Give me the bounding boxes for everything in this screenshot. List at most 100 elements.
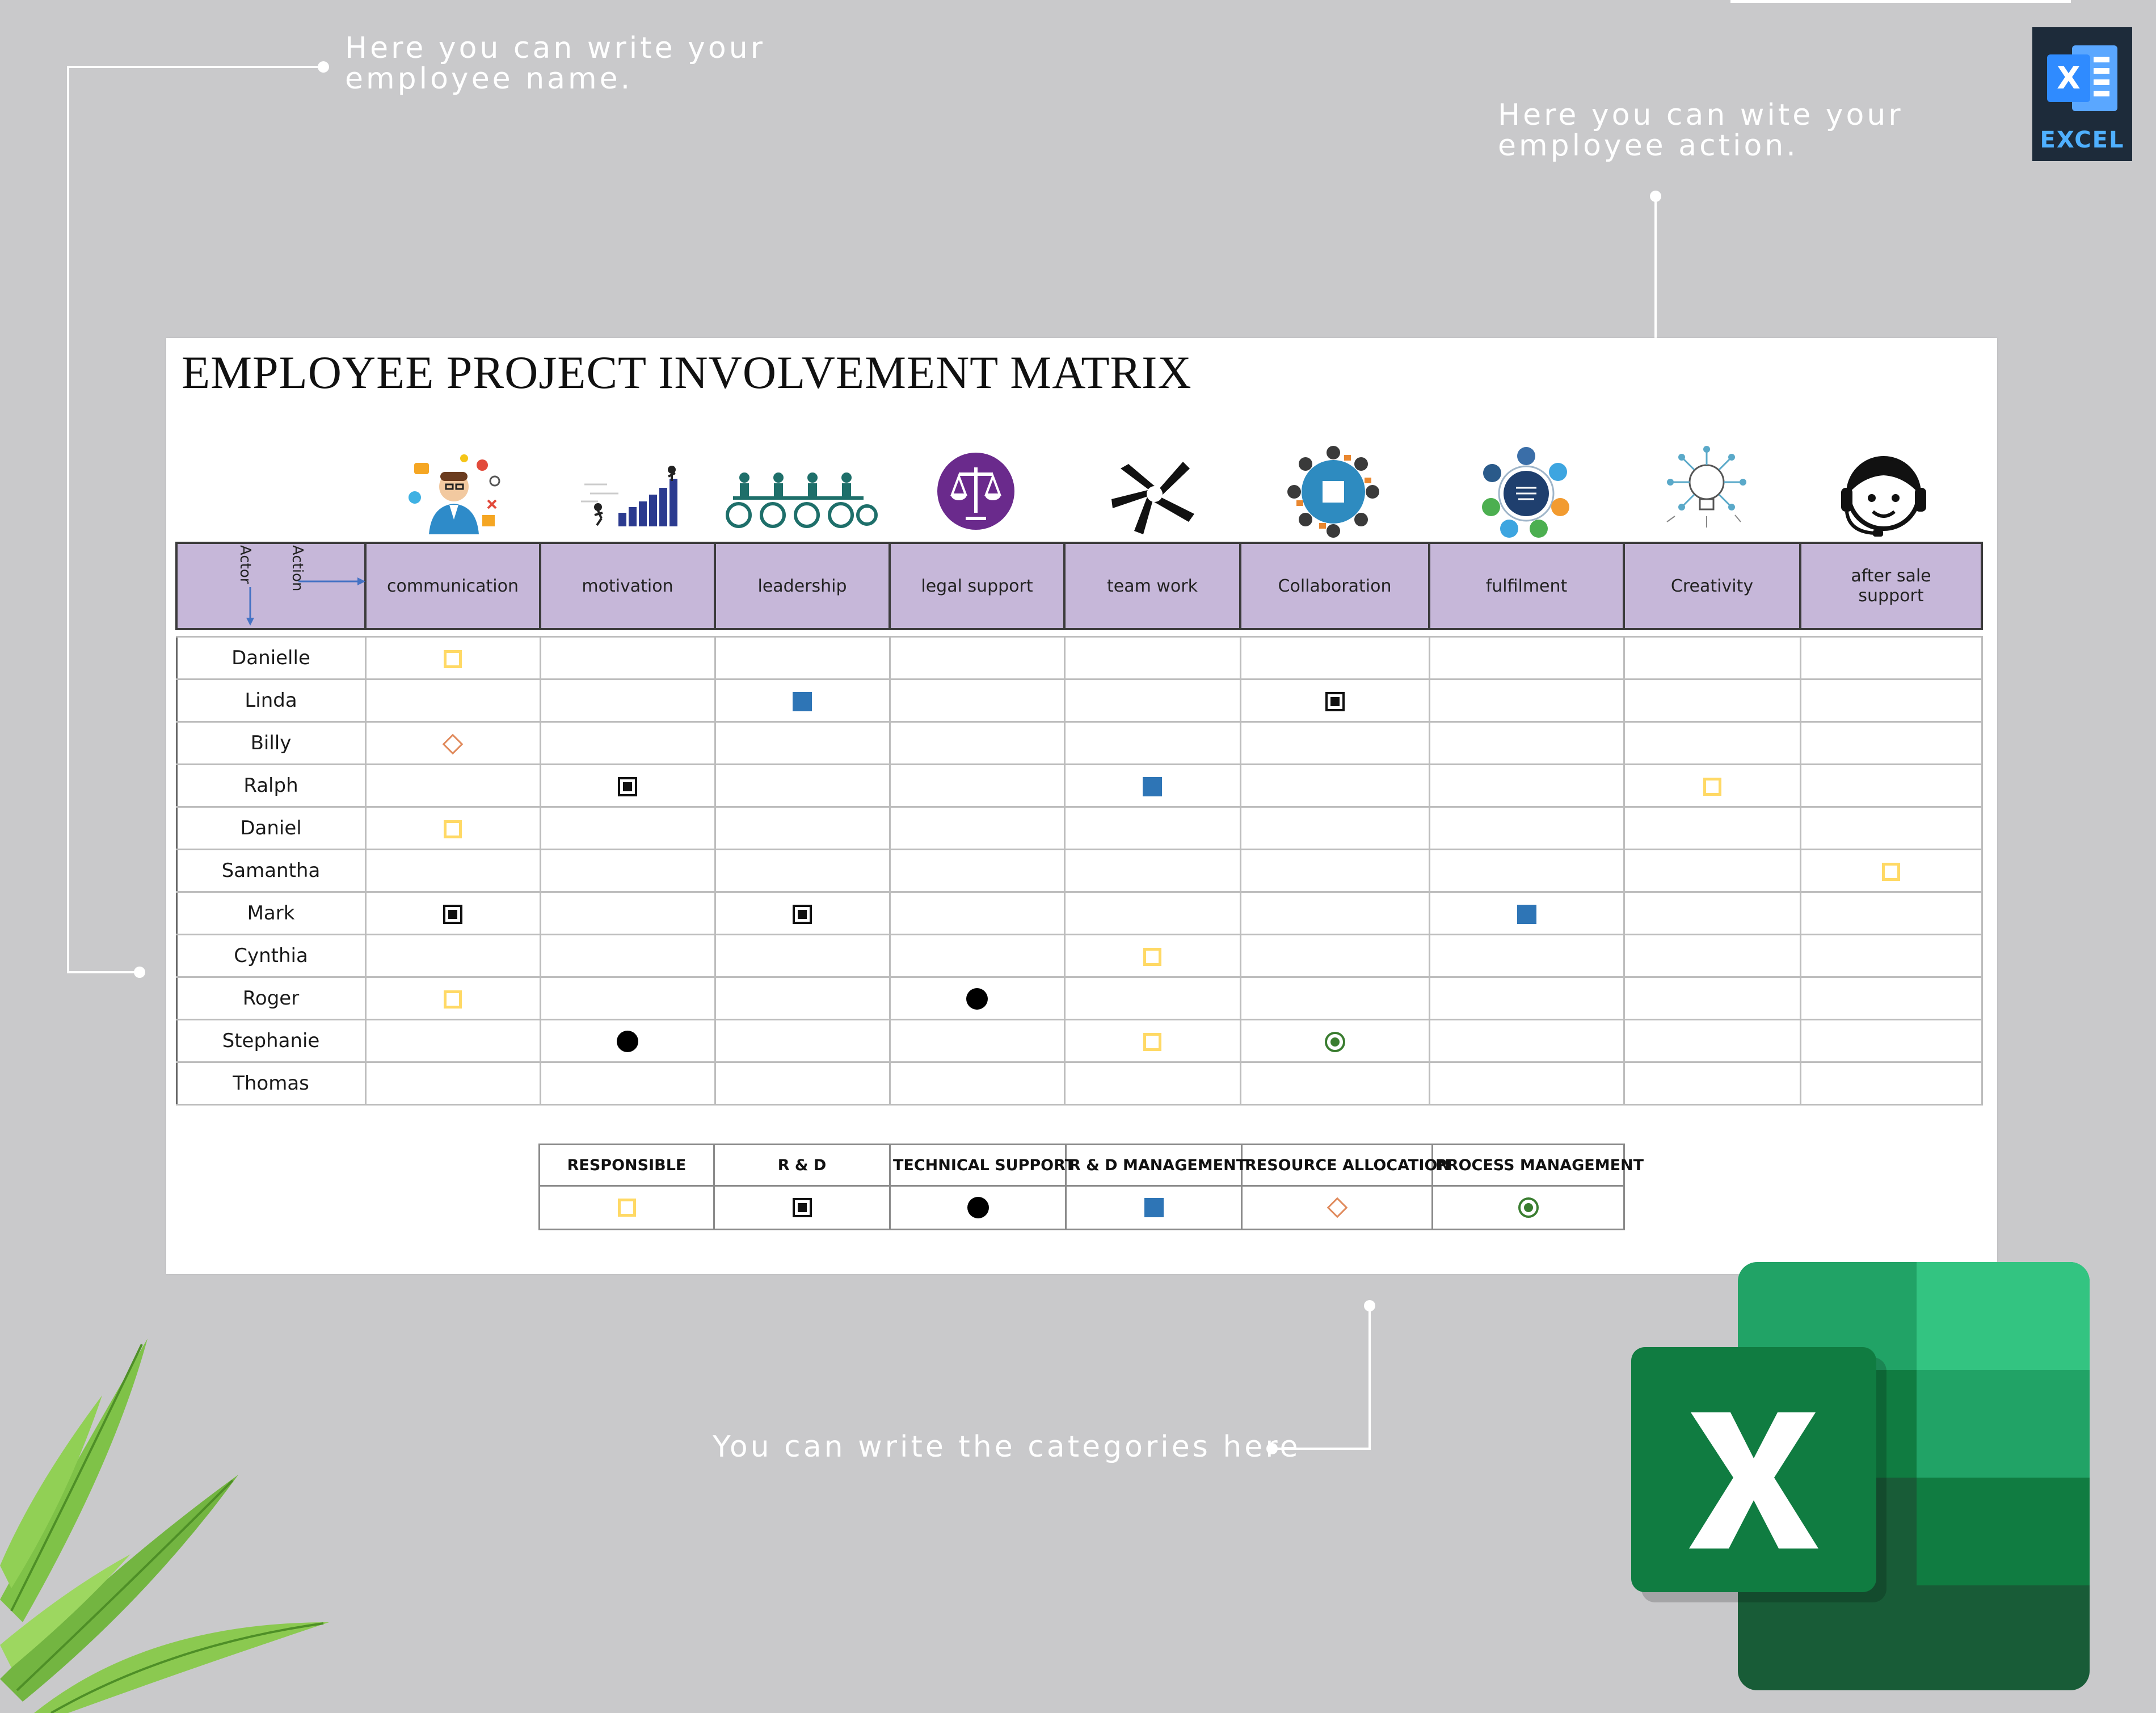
- matrix-cell[interactable]: [1063, 721, 1241, 765]
- legend-label-technical-support[interactable]: TECHNICAL SUPPORT: [889, 1144, 1075, 1187]
- matrix-cell[interactable]: [1239, 763, 1430, 808]
- matrix-cell[interactable]: [364, 1061, 541, 1106]
- matrix-cell[interactable]: [1799, 1061, 1983, 1106]
- legend-cell-resource-allocation[interactable]: [1241, 1185, 1433, 1230]
- matrix-cell[interactable]: [888, 678, 1066, 723]
- matrix-cell[interactable]: [1428, 721, 1625, 765]
- matrix-cell[interactable]: [1799, 721, 1983, 765]
- action-header-motivation[interactable]: motivation: [539, 542, 716, 630]
- matrix-cell[interactable]: [714, 976, 891, 1020]
- matrix-cell[interactable]: [714, 806, 891, 850]
- matrix-cell[interactable]: [888, 976, 1066, 1020]
- matrix-cell[interactable]: [1623, 636, 1801, 680]
- legend-cell-technical-support[interactable]: [889, 1185, 1067, 1230]
- matrix-cell[interactable]: [1428, 678, 1625, 723]
- matrix-cell[interactable]: [1799, 636, 1983, 680]
- matrix-cell[interactable]: [1063, 806, 1241, 850]
- matrix-cell[interactable]: [714, 636, 891, 680]
- legend-cell-responsible[interactable]: [538, 1185, 715, 1230]
- actor-name-cell[interactable]: Thomas: [175, 1061, 367, 1106]
- matrix-cell[interactable]: [714, 1019, 891, 1063]
- actor-name-cell[interactable]: Cynthia: [175, 934, 367, 978]
- matrix-cell[interactable]: [888, 806, 1066, 850]
- matrix-cell[interactable]: [888, 636, 1066, 680]
- legend-label-process-management[interactable]: PROCESS MANAGEMENT: [1431, 1144, 1644, 1187]
- matrix-cell[interactable]: [539, 806, 716, 850]
- matrix-cell[interactable]: [1063, 1019, 1241, 1063]
- actor-name-cell[interactable]: Billy: [175, 721, 367, 765]
- matrix-cell[interactable]: [1239, 891, 1430, 935]
- matrix-cell[interactable]: [539, 721, 716, 765]
- matrix-cell[interactable]: [1063, 891, 1241, 935]
- matrix-cell[interactable]: [1623, 721, 1801, 765]
- legend-cell-rd[interactable]: [713, 1185, 891, 1230]
- matrix-cell[interactable]: [1239, 636, 1430, 680]
- actor-name-cell[interactable]: Stephanie: [175, 1019, 367, 1063]
- matrix-cell[interactable]: [714, 849, 891, 893]
- matrix-cell[interactable]: [1239, 934, 1430, 978]
- matrix-cell[interactable]: [1799, 934, 1983, 978]
- matrix-cell[interactable]: [1799, 1019, 1983, 1063]
- matrix-cell[interactable]: [888, 891, 1066, 935]
- matrix-cell[interactable]: [1799, 678, 1983, 723]
- matrix-cell[interactable]: [1239, 1019, 1430, 1063]
- matrix-cell[interactable]: [1428, 636, 1625, 680]
- actor-name-cell[interactable]: Linda: [175, 678, 367, 723]
- matrix-cell[interactable]: [1428, 934, 1625, 978]
- matrix-cell[interactable]: [1623, 806, 1801, 850]
- actor-name-cell[interactable]: Samantha: [175, 849, 367, 893]
- matrix-cell[interactable]: [1239, 678, 1430, 723]
- legend-label-rd-management[interactable]: R & D MANAGEMENT: [1065, 1144, 1247, 1187]
- matrix-cell[interactable]: [1239, 721, 1430, 765]
- action-header-legal-support[interactable]: legal support: [888, 542, 1066, 630]
- matrix-cell[interactable]: [714, 721, 891, 765]
- action-header-after-sale-support[interactable]: after sale support: [1799, 542, 1983, 630]
- matrix-cell[interactable]: [539, 636, 716, 680]
- matrix-cell[interactable]: [1799, 891, 1983, 935]
- matrix-cell[interactable]: [364, 849, 541, 893]
- matrix-cell[interactable]: [888, 1019, 1066, 1063]
- matrix-cell[interactable]: [539, 1019, 716, 1063]
- legend-label-responsible[interactable]: RESPONSIBLE: [538, 1144, 715, 1187]
- matrix-cell[interactable]: [1623, 891, 1801, 935]
- matrix-cell[interactable]: [1428, 849, 1625, 893]
- matrix-cell[interactable]: [539, 891, 716, 935]
- actor-name-cell[interactable]: Roger: [175, 976, 367, 1020]
- matrix-cell[interactable]: [1239, 1061, 1430, 1106]
- actor-name-cell[interactable]: Mark: [175, 891, 367, 935]
- matrix-cell[interactable]: [1623, 934, 1801, 978]
- matrix-cell[interactable]: [1063, 678, 1241, 723]
- matrix-cell[interactable]: [1063, 976, 1241, 1020]
- matrix-cell[interactable]: [714, 1061, 891, 1106]
- actor-name-cell[interactable]: Danielle: [175, 636, 367, 680]
- matrix-cell[interactable]: [1799, 806, 1983, 850]
- matrix-cell[interactable]: [364, 721, 541, 765]
- matrix-cell[interactable]: [714, 763, 891, 808]
- matrix-cell[interactable]: [1428, 976, 1625, 1020]
- matrix-cell[interactable]: [1428, 891, 1625, 935]
- matrix-cell[interactable]: [1428, 806, 1625, 850]
- matrix-cell[interactable]: [1239, 849, 1430, 893]
- matrix-cell[interactable]: [1063, 1061, 1241, 1106]
- matrix-cell[interactable]: [888, 934, 1066, 978]
- matrix-cell[interactable]: [364, 976, 541, 1020]
- actor-name-cell[interactable]: Daniel: [175, 806, 367, 850]
- matrix-cell[interactable]: [1428, 1061, 1625, 1106]
- matrix-cell[interactable]: [539, 849, 716, 893]
- matrix-cell[interactable]: [364, 678, 541, 723]
- matrix-cell[interactable]: [364, 891, 541, 935]
- matrix-cell[interactable]: [1428, 763, 1625, 808]
- matrix-cell[interactable]: [1623, 678, 1801, 723]
- action-header-leadership[interactable]: leadership: [714, 542, 891, 630]
- matrix-cell[interactable]: [1623, 976, 1801, 1020]
- matrix-cell[interactable]: [1799, 849, 1983, 893]
- matrix-cell[interactable]: [539, 976, 716, 1020]
- matrix-cell[interactable]: [364, 763, 541, 808]
- matrix-cell[interactable]: [539, 1061, 716, 1106]
- legend-label-resource-allocation[interactable]: RESOURCE ALLOCATION: [1241, 1144, 1450, 1187]
- matrix-cell[interactable]: [888, 1061, 1066, 1106]
- matrix-cell[interactable]: [888, 763, 1066, 808]
- matrix-cell[interactable]: [1799, 763, 1983, 808]
- matrix-cell[interactable]: [1063, 849, 1241, 893]
- matrix-cell[interactable]: [364, 636, 541, 680]
